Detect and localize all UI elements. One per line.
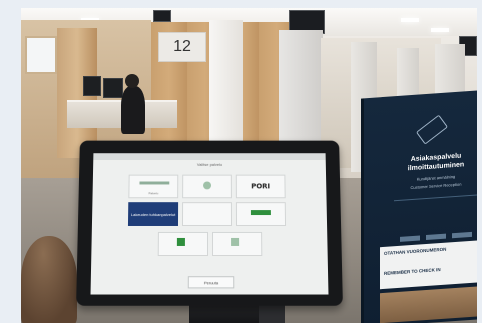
desk-monitor bbox=[103, 78, 123, 98]
divider bbox=[394, 194, 477, 202]
service-logo bbox=[231, 237, 240, 246]
service-tile[interactable]: Palvelu bbox=[128, 174, 179, 199]
kiosk-touchscreen: Valitse palvelu Palvelu PORI Lakeuden tu… bbox=[90, 153, 329, 295]
service-tile-selected[interactable]: Lakeuden tuhkanpalvelut bbox=[127, 202, 179, 226]
service-logo bbox=[203, 181, 211, 190]
screen-top-bar bbox=[93, 153, 326, 161]
counter-number-sign: 12 bbox=[158, 32, 206, 62]
queue-instruction-box: OTATHAN VUORONUMERON REMEMBER TO CHECK I… bbox=[380, 239, 477, 290]
ceiling-light bbox=[401, 18, 419, 22]
person-at-desk bbox=[121, 86, 145, 134]
ceiling-light bbox=[431, 28, 449, 32]
customer-service-sign: Asiakaspalvelu ilmoittautuminen Kundtjän… bbox=[361, 89, 477, 323]
service-tile-pori[interactable]: PORI bbox=[235, 174, 286, 199]
sign-base bbox=[380, 285, 477, 323]
service-tile-label: Palvelu bbox=[148, 191, 159, 196]
service-logo bbox=[139, 181, 170, 185]
window bbox=[25, 36, 57, 74]
service-tile[interactable] bbox=[157, 231, 208, 257]
service-tile[interactable] bbox=[181, 202, 233, 226]
partner-logo bbox=[426, 233, 446, 240]
service-tile[interactable] bbox=[182, 174, 232, 199]
service-logo bbox=[176, 237, 185, 246]
service-tile-text: Lakeuden tuhkanpalvelut bbox=[130, 211, 176, 217]
remember-check-in-text: REMEMBER TO CHECK IN bbox=[384, 267, 441, 276]
service-logo bbox=[250, 210, 271, 216]
partner-logo bbox=[400, 234, 420, 242]
office-lobby-photo: 12 Valitse palvelu Palvelu PORI Lakeuden… bbox=[21, 8, 477, 323]
wooden-chair bbox=[21, 236, 77, 323]
ceiling-monitor bbox=[153, 10, 171, 22]
take-number-text: OTATHAN VUORONUMERON bbox=[384, 246, 447, 256]
ticket-kiosk: Valitse palvelu Palvelu PORI Lakeuden tu… bbox=[76, 140, 343, 306]
sign-title: Asiakaspalvelu ilmoittautuminen bbox=[407, 152, 465, 173]
service-tile[interactable] bbox=[212, 231, 263, 257]
ticket-icon bbox=[415, 114, 449, 145]
pori-logo: PORI bbox=[251, 182, 271, 191]
desk-monitor bbox=[83, 76, 101, 96]
service-tile[interactable] bbox=[235, 202, 287, 226]
cancel-button[interactable]: Peruuta bbox=[187, 276, 235, 289]
person-head bbox=[125, 74, 139, 88]
screen-title: Valitse palvelu bbox=[196, 161, 223, 167]
partner-logo bbox=[452, 231, 472, 238]
